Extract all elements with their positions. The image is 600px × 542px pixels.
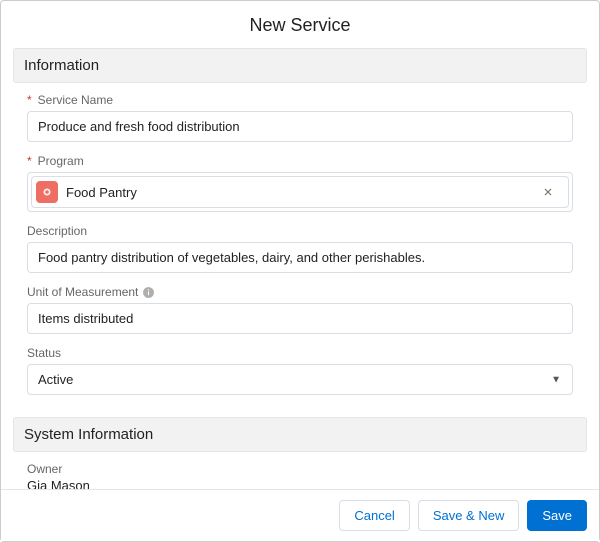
label-service-name: * Service Name (27, 93, 573, 107)
program-remove-button[interactable] (536, 186, 560, 198)
label-unit-of-measurement: Unit of Measurement (27, 285, 573, 299)
required-star-icon: * (27, 93, 32, 107)
section-body-information: * Service Name * Program Food Pantry (13, 89, 587, 417)
status-select[interactable] (27, 364, 573, 395)
owner-label: Owner (27, 462, 573, 476)
owner-value: Gia Mason (27, 478, 573, 489)
program-record-icon (36, 181, 58, 203)
description-input[interactable] (27, 242, 573, 273)
save-button[interactable]: Save (527, 500, 587, 531)
label-description: Description (27, 224, 573, 238)
service-name-input[interactable] (27, 111, 573, 142)
field-unit-of-measurement: Unit of Measurement (27, 285, 573, 334)
required-star-icon: * (27, 154, 32, 168)
section-body-system-information: Owner Gia Mason (13, 458, 587, 489)
label-text-status: Status (27, 346, 61, 360)
status-select-wrap: ▼ (27, 364, 573, 395)
label-program: * Program (27, 154, 573, 168)
section-header-system-information: System Information (13, 417, 587, 452)
program-lookup[interactable]: Food Pantry (27, 172, 573, 212)
section-header-information: Information (13, 48, 587, 83)
field-program: * Program Food Pantry (27, 154, 573, 212)
label-text-unit-of-measurement: Unit of Measurement (27, 285, 138, 299)
label-text-description: Description (27, 224, 87, 238)
program-pill: Food Pantry (31, 176, 569, 208)
field-description: Description (27, 224, 573, 273)
unit-of-measurement-input[interactable] (27, 303, 573, 334)
cancel-button[interactable]: Cancel (339, 500, 409, 531)
dialog-content: Information * Service Name * Program Foo… (1, 48, 599, 489)
close-icon (542, 186, 554, 198)
dialog-title: New Service (1, 1, 599, 48)
label-text-program: Program (38, 154, 84, 168)
field-service-name: * Service Name (27, 93, 573, 142)
dialog-footer: Cancel Save & New Save (1, 489, 599, 541)
label-text-service-name: Service Name (38, 93, 113, 107)
info-icon[interactable] (142, 286, 155, 299)
save-and-new-button[interactable]: Save & New (418, 500, 520, 531)
field-status: Status ▼ (27, 346, 573, 395)
label-status: Status (27, 346, 573, 360)
program-pill-label: Food Pantry (66, 185, 528, 200)
